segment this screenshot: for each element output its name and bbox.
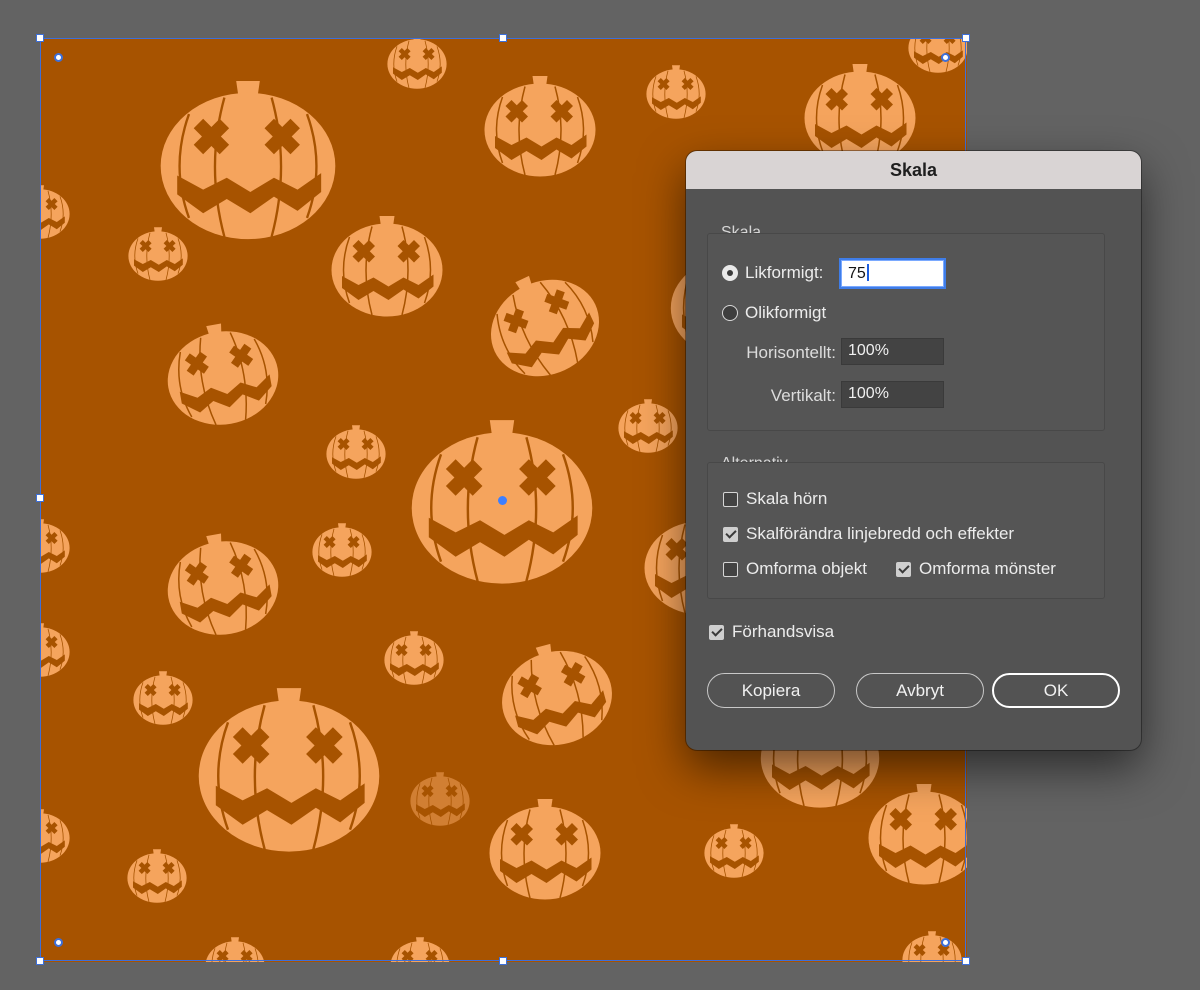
preview-label: Förhandsvisa — [732, 622, 835, 641]
uniform-label: Likformigt: — [745, 263, 824, 282]
resize-handle-left[interactable] — [36, 494, 44, 502]
horizontal-label: Horisontellt: — [746, 343, 836, 362]
resize-handle-bottom-left[interactable] — [36, 957, 44, 965]
uniform-radio-row[interactable]: Likformigt: — [722, 263, 823, 283]
scale-strokes-row[interactable]: Skalförändra linjebredd och effekter — [723, 524, 1014, 544]
text-caret — [866, 264, 869, 281]
transform-patterns-label: Omforma mönster — [919, 559, 1056, 578]
corner-widget-top-left[interactable] — [54, 53, 63, 62]
preview-checkbox[interactable] — [709, 624, 724, 640]
selection-center-point[interactable] — [498, 496, 507, 505]
scale-corners-row[interactable]: Skala hörn — [723, 489, 827, 509]
corner-widget-bottom-right[interactable] — [941, 938, 950, 947]
scale-strokes-checkbox[interactable] — [723, 526, 738, 542]
dialog-title: Skala — [686, 151, 1141, 189]
preview-row[interactable]: Förhandsvisa — [709, 622, 834, 642]
scale-corners-label: Skala hörn — [746, 489, 828, 508]
vertical-label: Vertikalt: — [770, 386, 836, 405]
vertical-scale-input[interactable]: 100% — [841, 381, 944, 408]
cancel-button[interactable]: Avbryt — [856, 673, 984, 708]
resize-handle-top-right[interactable] — [962, 34, 970, 42]
corner-widget-top-right[interactable] — [941, 53, 950, 62]
non-uniform-radio[interactable] — [722, 305, 738, 321]
uniform-radio[interactable] — [722, 265, 738, 281]
resize-handle-bottom[interactable] — [499, 957, 507, 965]
transform-objects-row[interactable]: Omforma objekt — [723, 559, 867, 579]
non-uniform-radio-row[interactable]: Olikformigt — [722, 303, 826, 323]
scale-strokes-label: Skalförändra linjebredd och effekter — [746, 524, 1015, 543]
transform-objects-checkbox[interactable] — [723, 561, 738, 577]
resize-handle-top[interactable] — [499, 34, 507, 42]
resize-handle-top-left[interactable] — [36, 34, 44, 42]
horizontal-scale-input[interactable]: 100% — [841, 338, 944, 365]
scale-corners-checkbox[interactable] — [723, 491, 738, 507]
transform-patterns-row[interactable]: Omforma mönster — [896, 559, 1056, 579]
copy-button[interactable]: Kopiera — [707, 673, 835, 708]
corner-widget-bottom-left[interactable] — [54, 938, 63, 947]
transform-objects-label: Omforma objekt — [746, 559, 867, 578]
ok-button[interactable]: OK — [992, 673, 1120, 708]
transform-patterns-checkbox[interactable] — [896, 561, 911, 577]
uniform-scale-input[interactable]: 75 — [841, 260, 944, 287]
resize-handle-bottom-right[interactable] — [962, 957, 970, 965]
scale-dialog: Skala Skala Likformigt: 75 Olikformigt H… — [686, 151, 1141, 750]
non-uniform-label: Olikformigt — [745, 303, 827, 322]
